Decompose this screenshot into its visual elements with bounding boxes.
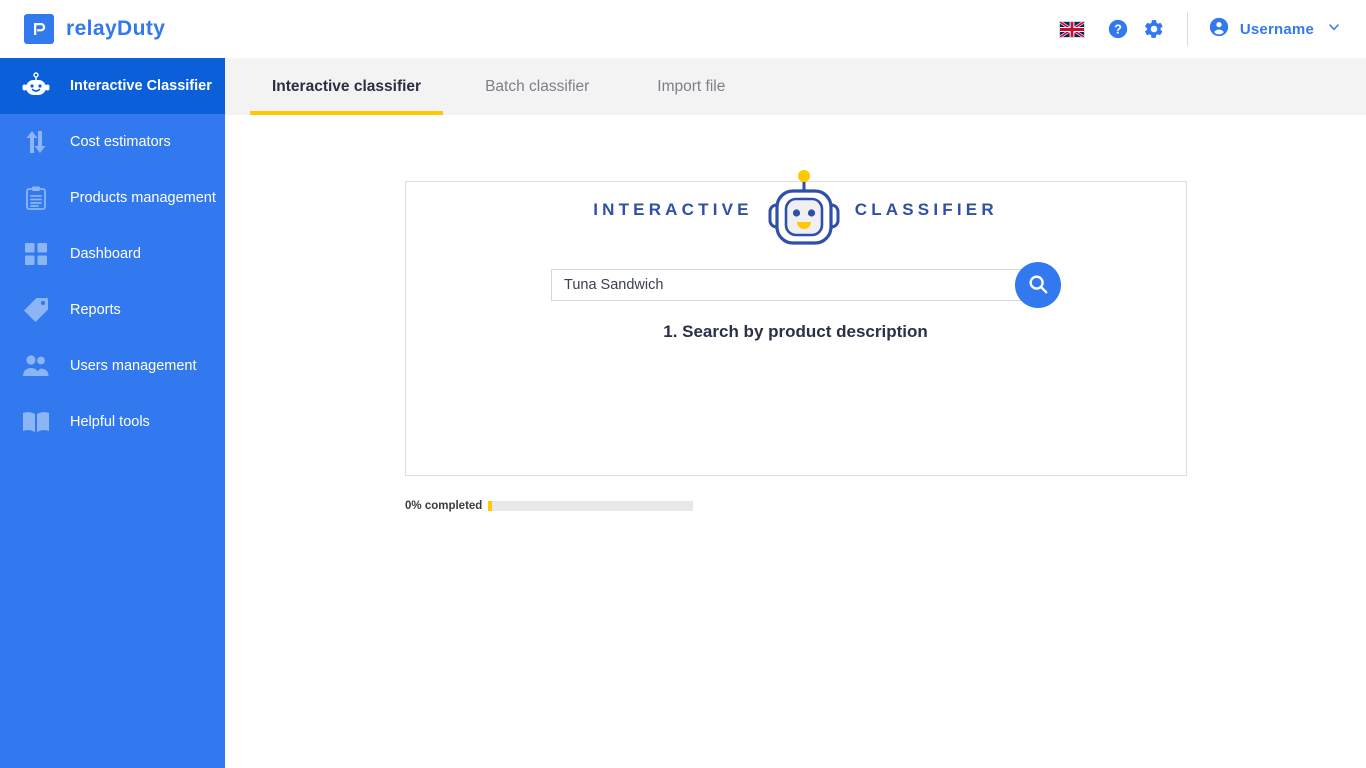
relayduty-logo-icon	[24, 14, 54, 44]
sidebar-item-label: Dashboard	[70, 246, 141, 262]
tab-label: Import file	[657, 77, 726, 95]
sidebar-item-label: Reports	[70, 302, 121, 318]
uk-flag-icon[interactable]	[1058, 20, 1085, 38]
sidebar-item-label: Cost estimators	[70, 134, 171, 150]
progress-label: 0% completed	[405, 500, 483, 512]
gear-icon[interactable]	[1143, 18, 1165, 40]
sidebar-item-label: Users management	[70, 358, 197, 374]
sidebar-item-cost-estimators[interactable]: Cost estimators	[0, 114, 225, 170]
search-icon	[1027, 273, 1049, 298]
tab-label: Interactive classifier	[272, 77, 422, 95]
sidebar-nav: Interactive Classifier Cost estimators P…	[0, 58, 225, 768]
search-row	[551, 262, 1061, 308]
brand-logo[interactable]: relayDuty	[24, 9, 165, 49]
user-name: Username	[1239, 20, 1314, 38]
grid-squares-icon	[18, 239, 54, 269]
tab-import-file[interactable]: Import file	[635, 58, 747, 115]
progress-bar	[488, 501, 693, 511]
step-instruction: 1. Search by product description	[663, 322, 928, 341]
chevron-down-icon[interactable]	[1326, 19, 1342, 40]
exchange-arrows-icon	[18, 127, 54, 157]
tab-interactive-classifier[interactable]: Interactive classifier	[250, 58, 444, 115]
header-actions: ? Username	[1058, 0, 1366, 58]
progress-bar-fill	[488, 501, 492, 511]
user-menu[interactable]: Username	[1208, 16, 1342, 43]
help-circle-icon[interactable]: ?	[1107, 18, 1129, 40]
sidebar-item-label: Helpful tools	[70, 414, 150, 430]
users-icon	[18, 351, 54, 381]
sidebar-item-dashboard[interactable]: Dashboard	[0, 226, 225, 282]
sidebar-item-reports[interactable]: Reports	[0, 282, 225, 338]
sidebar-item-helpful-tools[interactable]: Helpful tools	[0, 394, 225, 450]
sidebar-item-label: Interactive Classifier	[70, 78, 212, 94]
robot-icon	[18, 71, 54, 101]
app-header: relayDuty ? Username	[0, 0, 1366, 58]
book-icon	[18, 407, 54, 437]
search-input[interactable]	[551, 269, 1033, 301]
search-button[interactable]	[1015, 262, 1061, 308]
account-circle-icon	[1208, 16, 1230, 43]
sidebar-item-interactive-classifier[interactable]: Interactive Classifier	[0, 58, 225, 114]
main-content: INTERACTIVE CLASSIFIER Tuna Sandwich 1. …	[225, 115, 1366, 768]
classifier-tab-bar: Interactive classifier Batch classifier …	[225, 58, 1366, 115]
tab-label: Batch classifier	[485, 77, 590, 95]
brand-name: relayDuty	[66, 17, 166, 40]
header-divider	[1186, 12, 1188, 46]
sidebar-item-users-management[interactable]: Users management	[0, 338, 225, 394]
sidebar-item-products-management[interactable]: Products management	[0, 170, 225, 226]
progress-row: 0% completed	[405, 500, 693, 512]
svg-text:?: ?	[1114, 22, 1122, 37]
tab-batch-classifier[interactable]: Batch classifier	[463, 58, 611, 115]
clipboard-icon	[18, 183, 54, 213]
tag-icon	[18, 295, 54, 325]
sidebar-item-label: Products management	[70, 190, 216, 206]
